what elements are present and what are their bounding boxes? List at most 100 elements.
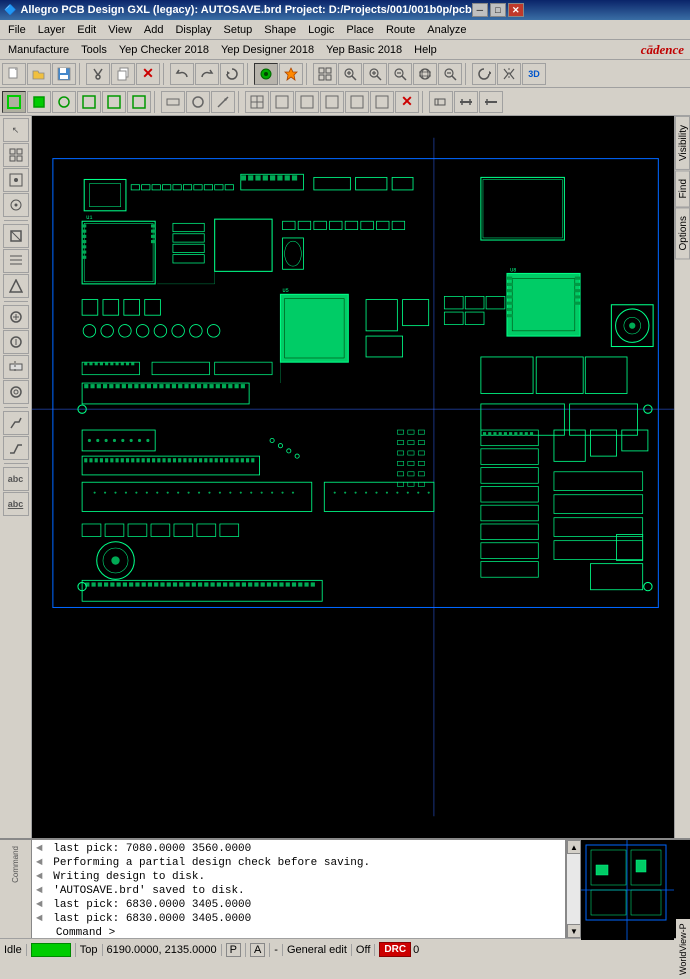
menu-edit[interactable]: Edit (71, 22, 102, 38)
command-area: Command ◄ last pick: 7080.0000 3560.0000… (0, 838, 690, 938)
tb-open[interactable] (27, 63, 51, 85)
menu-manufacture[interactable]: Manufacture (2, 42, 75, 58)
tb-misc5[interactable] (345, 91, 369, 113)
status-drc-section: DRC 0 (379, 942, 419, 957)
visibility-tab[interactable]: Visibility (675, 116, 690, 170)
scroll-down-button[interactable]: ▼ (567, 924, 581, 938)
tb-misc9[interactable] (479, 91, 503, 113)
close-button[interactable]: ✕ (508, 3, 524, 17)
tb-misc4[interactable] (320, 91, 344, 113)
menu-analyze[interactable]: Analyze (421, 22, 472, 38)
tb-rotate[interactable] (472, 63, 496, 85)
tb-circle-sel[interactable] (52, 91, 76, 113)
menu-file[interactable]: File (2, 22, 32, 38)
lt-tool5[interactable] (3, 224, 29, 248)
menu-display[interactable]: Display (169, 22, 217, 38)
toolbar-row-2: ✕ (0, 88, 690, 116)
tb-zoom-in[interactable] (363, 63, 387, 85)
tb-undo[interactable] (170, 63, 194, 85)
menu-yep-basic[interactable]: Yep Basic 2018 (320, 42, 408, 58)
lt-text1[interactable]: abc (3, 467, 29, 491)
lt-sep4 (4, 463, 28, 464)
tb-mirror[interactable] (497, 63, 521, 85)
tb-circle2[interactable] (186, 91, 210, 113)
lt-route2[interactable] (3, 436, 29, 460)
lt-tool11[interactable] (3, 380, 29, 404)
tb-cut[interactable] (86, 63, 110, 85)
tb-delete[interactable]: ✕ (136, 63, 160, 85)
menu-view[interactable]: View (102, 22, 138, 38)
menu-shape[interactable]: Shape (258, 22, 302, 38)
title-bar: 🔷 Allegro PCB Design GXL (legacy): AUTOS… (0, 0, 690, 20)
log-line-7[interactable]: Command > (36, 926, 561, 938)
tb-misc1[interactable] (245, 91, 269, 113)
tb-route-seg[interactable] (161, 91, 185, 113)
tb-zoom-world[interactable] (413, 63, 437, 85)
lt-tool6[interactable] (3, 249, 29, 273)
tb-redo[interactable] (195, 63, 219, 85)
find-tab[interactable]: Find (675, 170, 690, 207)
tb-rect3[interactable] (102, 91, 126, 113)
tb-snap[interactable] (254, 63, 278, 85)
tb-zoom-prev[interactable] (438, 63, 462, 85)
title-text: Allegro PCB Design GXL (legacy): AUTOSAV… (20, 4, 471, 16)
menu-place[interactable]: Place (340, 22, 380, 38)
tb-misc2[interactable] (270, 91, 294, 113)
tb-zoom-fit[interactable] (338, 63, 362, 85)
scroll-track[interactable] (567, 854, 580, 924)
status-p-section: P (226, 943, 246, 957)
tb-grid[interactable] (313, 63, 337, 85)
tb-zoom-out[interactable] (388, 63, 412, 85)
tb-rect4[interactable] (127, 91, 151, 113)
tb-refresh[interactable] (220, 63, 244, 85)
tb-3d[interactable]: 3D (522, 63, 546, 85)
lt-route-connect[interactable] (3, 411, 29, 435)
status-layer-section: Top (80, 944, 103, 956)
menu-route[interactable]: Route (380, 22, 421, 38)
command-prompt[interactable]: Command > (56, 927, 115, 938)
minimize-button[interactable]: ─ (472, 3, 488, 17)
tb-copy[interactable] (111, 63, 135, 85)
tb-pin[interactable] (279, 63, 303, 85)
lt-snap-pt[interactable] (3, 168, 29, 192)
menu-tools[interactable]: Tools (75, 42, 113, 58)
lt-tool7[interactable] (3, 274, 29, 298)
log-arrow-5: ◄ (36, 899, 43, 911)
tb-misc6[interactable] (370, 91, 394, 113)
drc-button[interactable]: DRC (379, 942, 411, 957)
menu-logic[interactable]: Logic (302, 22, 340, 38)
lt-snap-center[interactable] (3, 193, 29, 217)
pcb-canvas-area[interactable]: U1 U5 U8 (32, 116, 674, 838)
toolbar2-sep2 (238, 91, 242, 113)
status-idle-section: Idle (4, 944, 27, 956)
scroll-up-button[interactable]: ▲ (567, 840, 581, 854)
menu-yep-checker[interactable]: Yep Checker 2018 (113, 42, 215, 58)
tb-arrow[interactable] (211, 91, 235, 113)
options-tab[interactable]: Options (675, 207, 690, 259)
menu-setup[interactable]: Setup (218, 22, 259, 38)
lt-snap-grid[interactable] (3, 143, 29, 167)
lt-select[interactable]: ↖ (3, 118, 29, 142)
tb-misc3[interactable] (295, 91, 319, 113)
lt-text2[interactable]: abc (3, 492, 29, 516)
tb-select-mode[interactable] (2, 91, 26, 113)
menu-yep-designer[interactable]: Yep Designer 2018 (215, 42, 320, 58)
tb-misc7[interactable] (429, 91, 453, 113)
menu-layer[interactable]: Layer (32, 22, 72, 38)
svg-text:U5: U5 (283, 288, 289, 294)
menu-help[interactable]: Help (408, 42, 443, 58)
lt-tool10[interactable] (3, 355, 29, 379)
tb-misc8[interactable] (454, 91, 478, 113)
menu-bar-primary: File Layer Edit View Add Display Setup S… (0, 20, 690, 40)
tb-delete2[interactable]: ✕ (395, 91, 419, 113)
tb-rect2[interactable] (77, 91, 101, 113)
tb-save[interactable] (52, 63, 76, 85)
lt-tool9[interactable] (3, 330, 29, 354)
menu-add[interactable]: Add (138, 22, 170, 38)
tb-new[interactable] (2, 63, 26, 85)
tb-rect-sel[interactable] (27, 91, 51, 113)
log-arrow-6: ◄ (36, 913, 43, 925)
lt-tool8[interactable] (3, 305, 29, 329)
maximize-button[interactable]: □ (490, 3, 506, 17)
toolbar2-sep1 (154, 91, 158, 113)
